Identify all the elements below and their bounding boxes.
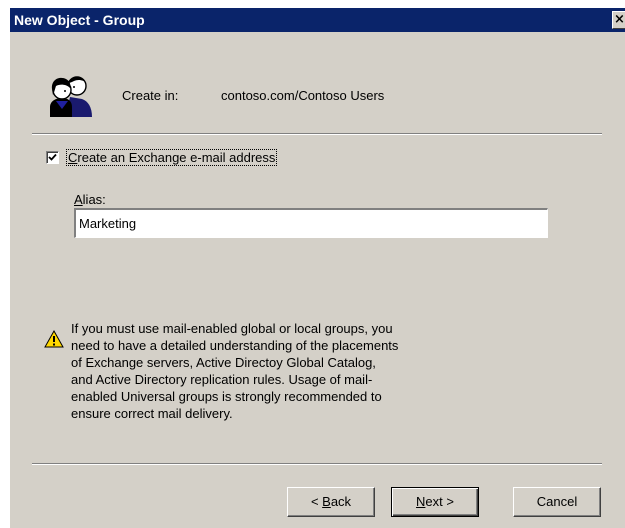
alias-label-text: lias: <box>82 192 106 207</box>
window-title: New Object - Group <box>14 12 145 28</box>
alias-label-mnemonic: A <box>74 192 83 207</box>
back-button[interactable]: < Back <box>287 487 375 517</box>
warning-message: If you must use mail-enabled global or l… <box>71 321 399 421</box>
back-prefix: < <box>310 494 323 509</box>
close-button[interactable]: × <box>612 11 625 29</box>
create-exchange-email-checkbox[interactable] <box>46 151 59 164</box>
top-separator <box>32 133 602 135</box>
new-object-group-dialog: New Object - Group × Create in: contoso.… <box>9 8 625 528</box>
next-text: ext > <box>425 494 454 509</box>
warning-icon <box>44 330 64 348</box>
next-mnemonic: N <box>416 494 426 509</box>
checkbox-label-text: reate an Exchange e-mail address <box>77 150 276 165</box>
alias-input[interactable] <box>74 208 548 238</box>
create-in-label: Create in: <box>122 88 179 103</box>
next-button[interactable]: Next > <box>391 487 479 517</box>
bottom-separator <box>32 463 602 465</box>
cancel-button[interactable]: Cancel <box>513 487 601 517</box>
back-text: ack <box>330 494 352 509</box>
alias-label: Alias: <box>74 192 106 207</box>
create-in-path: contoso.com/Contoso Users <box>221 88 385 103</box>
back-mnemonic: B <box>322 494 331 509</box>
checkbox-label-mnemonic: C <box>68 150 78 165</box>
group-icon <box>50 76 92 117</box>
title-bar[interactable]: New Object - Group × <box>10 8 625 32</box>
checkmark-icon <box>48 153 57 161</box>
close-icon: × <box>614 12 625 27</box>
create-exchange-email-label[interactable]: Create an Exchange e-mail address <box>65 149 278 166</box>
